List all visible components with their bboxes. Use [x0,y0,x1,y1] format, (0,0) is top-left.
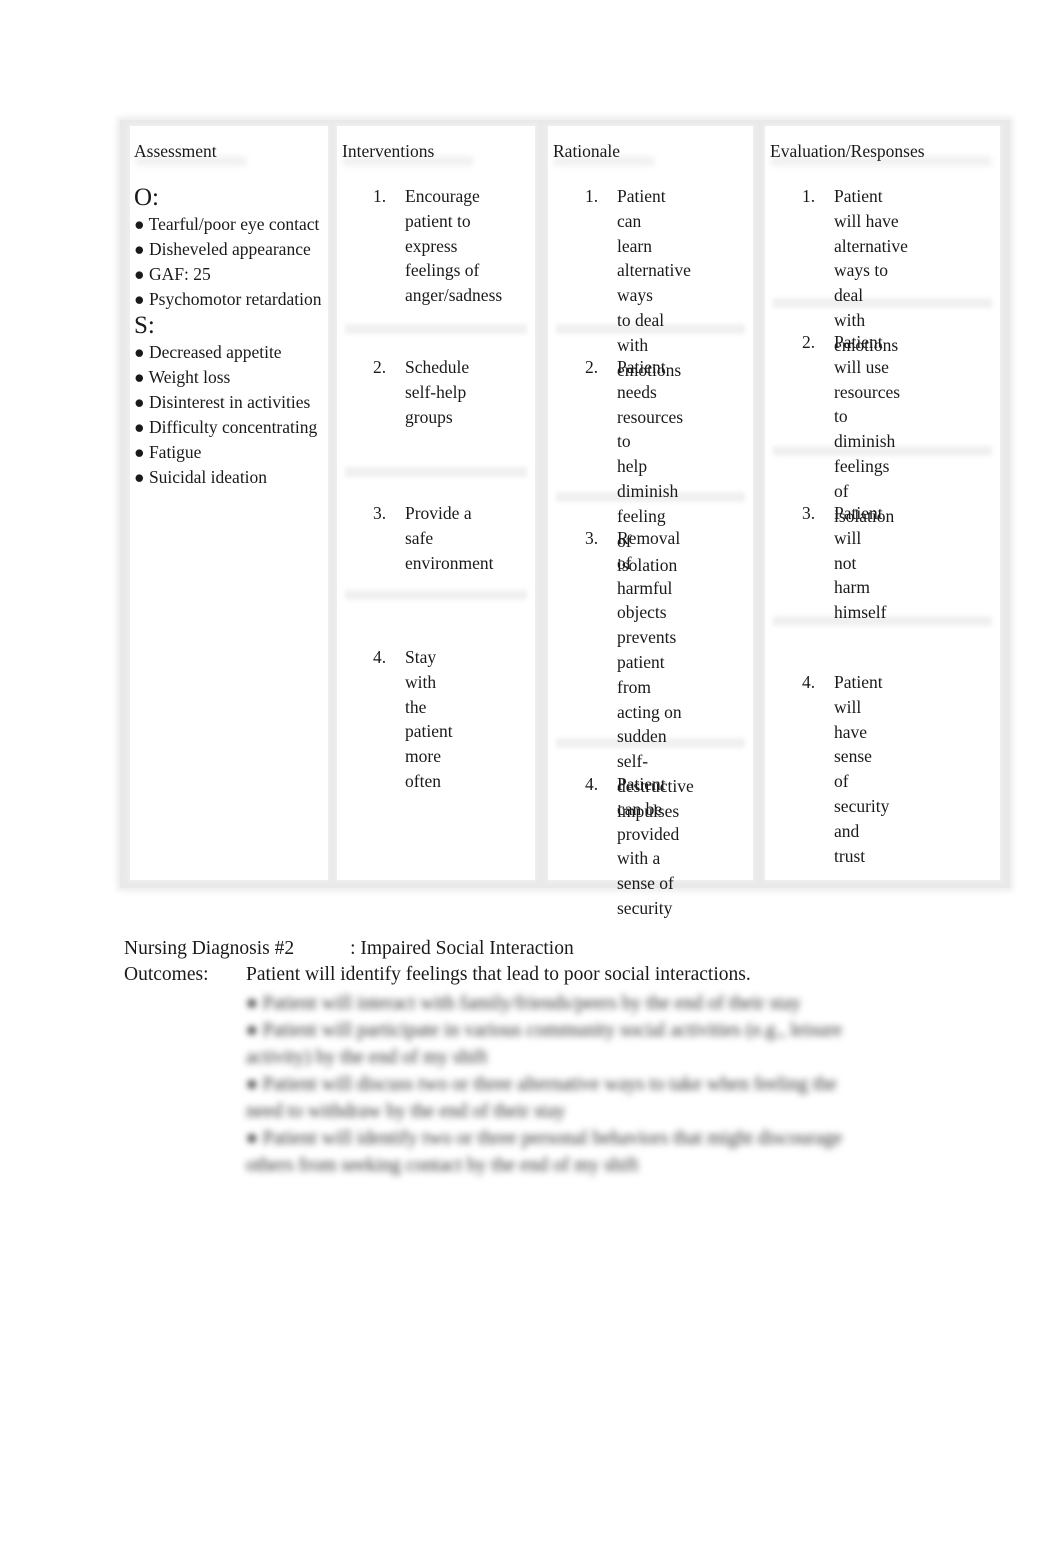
objective-label: O: [134,184,159,211]
blurred-outcome-line: others from seeking contact by the end o… [246,1155,639,1176]
objective-item: ● Disheveled appearance [134,239,311,259]
blurred-outcome-line: ● Patient will discuss two or three alte… [246,1074,837,1095]
rationale-column: Rationale 1. Patient can learn alternati… [548,126,753,918]
diagnosis-value: : Impaired Social Interaction [350,938,574,959]
subjective-item: ● Fatigue [134,442,202,462]
objective-item: ● Psychomotor retardation [134,289,322,309]
subjective-item: ● Suicidal ideation [134,467,268,487]
blurred-outcome-line: ● Patient will participate in various co… [246,1020,843,1041]
blurred-outcome-line: activity) by the end of my shift [246,1047,488,1068]
blurred-outcome-line: need to withdraw by the end of their sta… [246,1101,566,1122]
rationale-header: Rationale [553,141,621,161]
interventions-header: Interventions [342,141,435,161]
outcome-first: Patient will identify feelings that lead… [246,964,751,985]
subjective-item: ● Difficulty concentrating [134,417,318,437]
outcomes-line: Outcomes: Patient will identify feelings … [124,962,751,988]
subjective-label: S: [134,312,155,339]
evaluation-header: Evaluation/Responses [770,141,925,161]
subjective-item: ● Disinterest in activities [134,392,311,412]
blurred-outcome-line: ● Patient will interact with family/frie… [246,993,801,1014]
assessment-content: O: ● Tearful/poor eye contact ● Dishevel… [134,184,324,490]
objective-item: ● Tearful/poor eye contact [134,214,320,234]
outcomes-label: Outcomes: [124,964,209,985]
blurred-outcomes: ● Patient will interact with family/frie… [246,990,946,1179]
interventions-column: Interventions 1. Encourage patient to ex… [337,126,535,880]
subjective-item: ● Weight loss [134,367,231,387]
assessment-header: Assessment [134,141,217,161]
evaluation-column: Evaluation/Responses 1. Patient will hav… [765,126,1000,880]
objective-item: ● GAF: 25 [134,264,211,284]
care-plan-table: Assessment O: ● Tearful/poor eye contact… [120,120,1010,918]
blurred-outcome-line: ● Patient will identify two or three per… [246,1128,843,1149]
nursing-diagnosis-line: Nursing Diagnosis #2 : Impaired Social In… [124,936,574,962]
diagnosis-label: Nursing Diagnosis #2 [124,938,295,959]
assessment-column: Assessment O: ● Tearful/poor eye contact… [130,126,328,880]
subjective-item: ● Decreased appetite [134,342,282,362]
